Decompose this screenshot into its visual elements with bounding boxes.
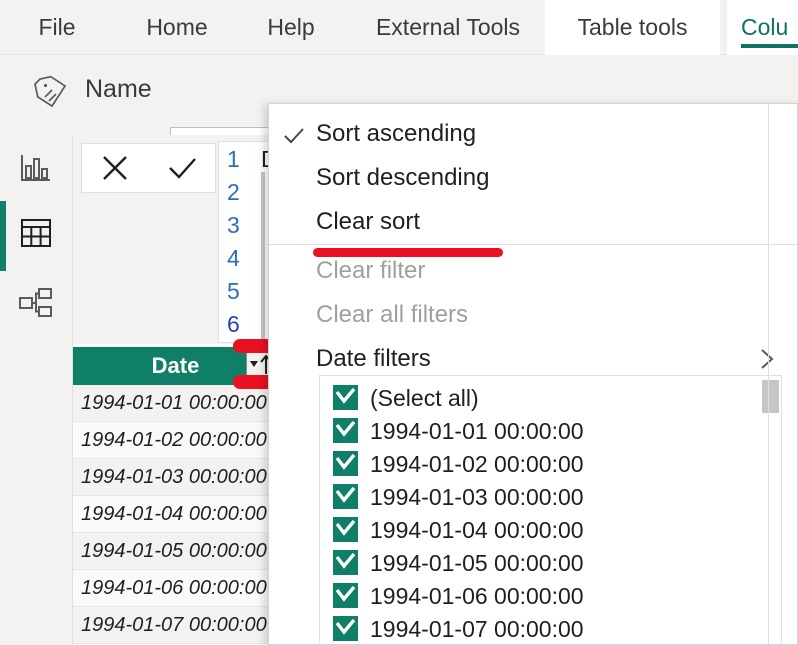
checkbox-checked-icon[interactable] [333,451,358,476]
tab-table-tools[interactable]: Table tools [545,0,720,55]
tab-file[interactable]: File [18,0,96,55]
column-header-label: Date [151,353,200,378]
list-item-select-all[interactable]: (Select all) [320,380,760,416]
sidebar-item-data[interactable] [0,200,72,270]
menu-item-label: Clear filter [316,257,426,284]
checklist-scrollbar-thumb[interactable] [762,380,779,413]
tab-help-label: Help [267,14,315,40]
name-label: Name [85,75,152,103]
tab-column-tools[interactable]: Colu [727,0,798,55]
checklist-scrollbar[interactable] [761,376,781,642]
table-row[interactable]: 1994-01-04 00:00:00 [73,496,278,533]
menu-item-label: Clear all filters [316,301,469,328]
table-row[interactable]: 1994-01-06 00:00:00 [73,570,278,607]
sidebar-item-report[interactable] [0,135,72,205]
list-item-label: 1994-01-01 00:00:00 [370,417,584,444]
tab-table-tools-label: Table tools [577,14,688,40]
filter-value-checklist: (Select all) 1994-01-01 00:00:00 1994-01… [319,375,782,643]
tab-help[interactable]: Help [248,0,334,55]
row-number: 6 [227,311,240,337]
confirm-button[interactable] [149,144,216,192]
list-item[interactable]: 1994-01-06 00:00:00 [320,578,760,614]
list-item-label: 1994-01-04 00:00:00 [370,516,584,543]
tab-external-tools[interactable]: External Tools [354,0,542,55]
formula-bar-buttons [81,143,216,193]
checkbox-checked-icon[interactable] [333,484,358,509]
table-grid-icon [19,217,53,254]
list-item[interactable]: 1994-01-05 00:00:00 [320,545,760,581]
tab-column-tools-label: Colu [741,14,789,40]
menu-item-label: Date filters [316,345,431,372]
ribbon-tab-bar: File Home Help External Tools Table tool… [0,0,798,55]
left-navigation-rail [0,135,73,645]
table-row[interactable]: 1994-01-07 00:00:00 [73,607,278,644]
list-item[interactable]: 1994-01-04 00:00:00 [320,512,760,548]
tab-home[interactable]: Home [118,0,236,55]
checkbox-checked-icon[interactable] [333,517,358,542]
table-row[interactable]: 1994-01-03 00:00:00 [73,459,278,496]
checkbox-checked-icon[interactable] [333,550,358,575]
table-row[interactable]: 1994-01-02 00:00:00 [73,422,278,459]
menu-item-label: Sort descending [316,164,490,191]
list-item-label: 1994-01-03 00:00:00 [370,483,584,510]
row-number: 1 [227,146,240,172]
checkbox-checked-icon[interactable] [333,616,358,641]
data-table: Date 1994-01-01 00:00:00 1994-01-02 00:0… [73,347,278,645]
checkbox-checked-icon[interactable] [333,418,358,443]
column-filter-dropdown-menu: Sort ascending Sort descending Clear sor… [268,103,798,645]
check-icon [283,124,305,144]
tab-home-label: Home [146,14,208,40]
row-number: 5 [227,278,240,304]
list-item[interactable]: 1994-01-03 00:00:00 [320,479,760,515]
table-row[interactable]: 1994-01-01 00:00:00 [73,385,278,422]
tag-icon [32,73,70,111]
row-number: 3 [227,212,240,238]
menu-item-label: Sort ascending [316,120,477,147]
cancel-button[interactable] [82,144,149,192]
menu-item-clear-all-filters: Clear all filters [269,293,797,337]
menu-item-sort-ascending[interactable]: Sort ascending [269,112,797,156]
sidebar-item-model[interactable] [0,270,72,340]
checkbox-checked-icon[interactable] [333,385,358,410]
row-number: 4 [227,245,240,271]
menu-item-sort-descending[interactable]: Sort descending [269,156,797,200]
list-item[interactable]: 1994-01-07 00:00:00 [320,611,760,643]
menu-item-clear-filter: Clear filter [269,249,797,293]
bar-chart-icon [19,152,53,189]
list-item[interactable]: 1994-01-01 00:00:00 [320,413,760,449]
row-number: 2 [227,179,240,205]
model-relationships-icon [18,287,54,324]
checkbox-checked-icon[interactable] [333,583,358,608]
grid-vertical-scrollbar[interactable] [261,172,265,340]
list-item-label: 1994-01-05 00:00:00 [370,549,584,576]
menu-separator [269,244,797,245]
list-item-label: 1994-01-02 00:00:00 [370,450,584,477]
list-item-label: (Select all) [370,384,479,411]
tab-external-tools-label: External Tools [375,14,521,40]
tab-file-label: File [38,14,76,40]
menu-item-clear-sort[interactable]: Clear sort [269,200,797,244]
menu-item-label: Clear sort [316,208,421,235]
menu-right-edge [768,103,769,645]
list-item[interactable]: 1994-01-02 00:00:00 [320,446,760,482]
list-item-label: 1994-01-06 00:00:00 [370,582,584,609]
table-row[interactable]: 1994-01-05 00:00:00 [73,533,278,570]
list-item-label: 1994-01-07 00:00:00 [370,615,584,642]
chevron-right-icon [757,348,777,370]
